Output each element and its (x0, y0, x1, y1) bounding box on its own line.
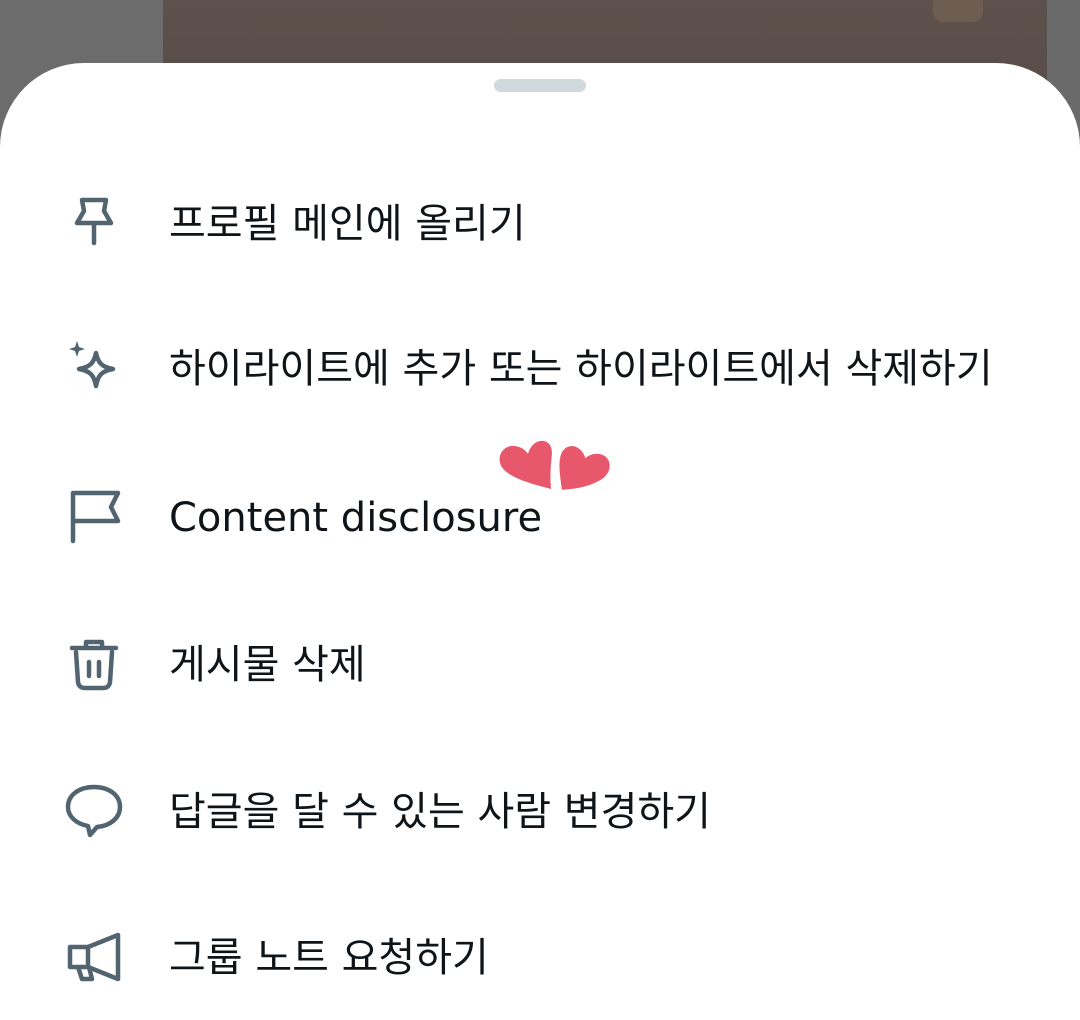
menu-item-label: Content disclosure (169, 495, 543, 541)
menu-item-request-community-note[interactable]: 그룹 노트 요청하기 (0, 897, 1080, 1017)
menu-item-label: 게시물 삭제 (169, 642, 366, 688)
sparkle-icon (64, 338, 124, 398)
menu-item-label: 프로필 메인에 올리기 (169, 201, 526, 247)
menu-item-label: 답글을 달 수 있는 사람 변경하기 (169, 789, 711, 835)
menu-item-label: 하이라이트에 추가 또는 하이라이트에서 삭제하기 (169, 346, 993, 392)
menu-item-highlight[interactable]: 하이라이트에 추가 또는 하이라이트에서 삭제하기 (0, 308, 1080, 428)
drag-handle[interactable] (494, 79, 586, 92)
flag-icon (64, 487, 124, 547)
menu-item-label: 그룹 노트 요청하기 (169, 935, 489, 981)
speech-bubble-icon (64, 781, 124, 841)
menu-item-change-reply-settings[interactable]: 답글을 달 수 있는 사람 변경하기 (0, 751, 1080, 871)
menu-item-delete-post[interactable]: 게시물 삭제 (0, 604, 1080, 724)
trash-icon (64, 634, 124, 694)
pin-icon (64, 193, 124, 253)
menu-item-pin-to-profile[interactable]: 프로필 메인에 올리기 (0, 163, 1080, 283)
megaphone-icon (64, 927, 124, 987)
hearts-sticker-icon (498, 440, 614, 502)
